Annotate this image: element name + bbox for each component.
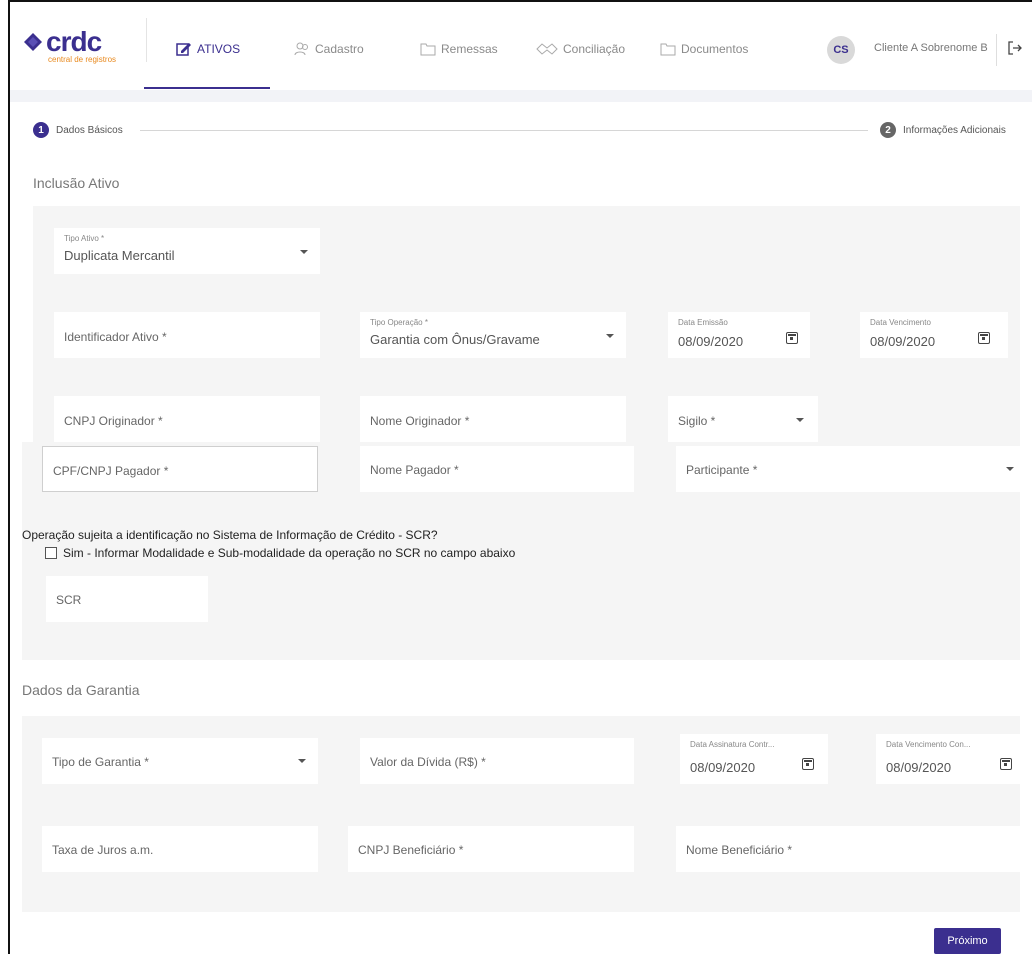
data-assinatura-input[interactable]: Data Assinatura Contr... 08/09/2020 — [680, 734, 828, 784]
scr-checkbox[interactable] — [45, 547, 57, 559]
field-value: 08/09/2020 — [870, 334, 936, 349]
step-number: 1 — [33, 122, 49, 138]
section-title-inclusao-ativo: Inclusão Ativo — [33, 175, 120, 191]
nav-label-documentos: Documentos — [681, 42, 749, 56]
identificador-ativo-input[interactable]: Identificador Ativo * — [54, 312, 320, 358]
field-placeholder: Tipo de Garantia * — [52, 755, 149, 769]
chevron-down-icon — [796, 418, 804, 422]
header-shadow-band — [10, 90, 1032, 102]
handshake-icon — [536, 43, 558, 55]
field-placeholder: CNPJ Originador * — [64, 414, 163, 428]
sigilo-select[interactable]: Sigilo * — [668, 396, 818, 442]
edit-document-icon — [176, 43, 191, 56]
users-icon — [294, 42, 308, 56]
logo-subtitle: central de registros — [48, 55, 117, 64]
nav-label-remessas: Remessas — [441, 42, 498, 56]
user-divider — [996, 34, 997, 66]
cnpj-originador-input[interactable]: CNPJ Originador * — [54, 396, 320, 442]
folder-icon — [660, 43, 676, 56]
field-placeholder: Identificador Ativo * — [64, 330, 167, 344]
field-label: Data Emissão — [678, 318, 728, 327]
field-label: Tipo Ativo * — [64, 234, 105, 243]
active-tab-indicator — [144, 87, 270, 89]
field-placeholder: CPF/CNPJ Pagador * — [53, 464, 169, 478]
participante-select[interactable]: Participante * — [676, 446, 1022, 492]
data-emissao-input[interactable]: Data Emissão 08/09/2020 — [668, 312, 810, 358]
calendar-icon[interactable] — [978, 332, 990, 344]
scr-input[interactable]: SCR — [46, 576, 208, 622]
scr-checkbox-row[interactable]: Sim - Informar Modalidade e Sub-modalida… — [45, 546, 515, 560]
scr-question: Operação sujeita a identificação no Sist… — [22, 528, 438, 542]
nav-item-conciliacao[interactable]: Conciliação — [536, 38, 625, 60]
scr-checkbox-label: Sim - Informar Modalidade e Sub-modalida… — [63, 546, 516, 560]
chevron-down-icon — [300, 250, 308, 254]
field-label: Tipo Operação * — [370, 318, 428, 327]
field-value: 08/09/2020 — [690, 760, 756, 775]
top-navigation-bar: crdc central de registros ATIVOS Cadastr… — [10, 2, 1032, 90]
valor-divida-input[interactable]: Valor da Dívida (R$) * — [360, 738, 634, 784]
data-vencimento-contrato-input[interactable]: Data Vencimento Con... 08/09/2020 — [876, 734, 1022, 784]
nav-item-remessas[interactable]: Remessas — [420, 38, 498, 60]
step-label: Informações Adicionais — [903, 124, 1006, 136]
field-label: Data Vencimento — [870, 318, 931, 327]
nav-label-conciliacao: Conciliação — [563, 42, 626, 56]
crdc-logo[interactable]: crdc central de registros — [22, 26, 142, 66]
cpf-cnpj-pagador-input[interactable]: CPF/CNPJ Pagador * — [42, 446, 318, 492]
chevron-down-icon — [606, 334, 614, 338]
field-placeholder: Nome Pagador * — [370, 463, 459, 477]
field-placeholder: Valor da Dívida (R$) * — [370, 755, 486, 769]
field-placeholder: SCR — [56, 593, 82, 607]
user-name[interactable]: Cliente A Sobrenome B — [874, 42, 988, 54]
folder-icon — [420, 43, 436, 56]
next-button[interactable]: Próximo — [934, 928, 1001, 954]
logo-text: crdc — [46, 26, 102, 57]
data-vencimento-input[interactable]: Data Vencimento 08/09/2020 — [860, 312, 1008, 358]
calendar-icon[interactable] — [1000, 758, 1012, 770]
field-value: Garantia com Ônus/Gravame — [370, 332, 540, 347]
nome-originador-input[interactable]: Nome Originador * — [360, 396, 626, 442]
logo-mark-icon — [24, 33, 42, 51]
tipo-ativo-select[interactable]: Tipo Ativo * Duplicata Mercantil — [54, 228, 320, 274]
field-label: Data Assinatura Contr... — [690, 740, 775, 749]
tipo-operacao-select[interactable]: Tipo Operação * Garantia com Ônus/Gravam… — [360, 312, 626, 358]
logo-divider — [146, 18, 147, 62]
field-placeholder: Taxa de Juros a.m. — [52, 843, 154, 857]
step-informacoes-adicionais[interactable]: 2 Informações Adicionais — [880, 122, 1006, 138]
chevron-down-icon — [1006, 467, 1014, 471]
nome-beneficiario-input[interactable]: Nome Beneficiário * — [676, 826, 1022, 872]
calendar-icon[interactable] — [786, 332, 798, 344]
field-placeholder: Nome Beneficiário * — [686, 843, 793, 857]
step-dados-basicos[interactable]: 1 Dados Básicos — [33, 122, 123, 138]
tipo-garantia-select[interactable]: Tipo de Garantia * — [42, 738, 318, 784]
avatar[interactable]: CS — [827, 36, 855, 64]
cnpj-beneficiario-input[interactable]: CNPJ Beneficiário * — [348, 826, 634, 872]
nav-label-ativos: ATIVOS — [197, 42, 241, 56]
nav-label-cadastro: Cadastro — [315, 42, 364, 56]
nav-item-cadastro[interactable]: Cadastro — [294, 38, 364, 60]
field-value: 08/09/2020 — [886, 760, 952, 775]
field-placeholder: Sigilo * — [678, 414, 716, 428]
section-title-dados-garantia: Dados da Garantia — [22, 682, 140, 698]
field-value: Duplicata Mercantil — [64, 248, 175, 263]
nav-item-documentos[interactable]: Documentos — [660, 38, 748, 60]
step-number: 2 — [880, 122, 896, 138]
nav-item-ativos[interactable]: ATIVOS — [176, 38, 240, 60]
field-placeholder: CNPJ Beneficiário * — [358, 843, 464, 857]
chevron-down-icon — [298, 759, 306, 763]
stepper-connector — [140, 130, 868, 131]
field-label: Data Vencimento Con... — [886, 740, 971, 749]
calendar-icon[interactable] — [802, 758, 814, 770]
taxa-juros-input[interactable]: Taxa de Juros a.m. — [42, 826, 318, 872]
field-placeholder: Nome Originador * — [370, 414, 470, 428]
nome-pagador-input[interactable]: Nome Pagador * — [360, 446, 634, 492]
field-placeholder: Participante * — [686, 463, 758, 477]
field-value: 08/09/2020 — [678, 334, 744, 349]
step-label: Dados Básicos — [56, 124, 123, 136]
logout-icon[interactable] — [1007, 40, 1023, 56]
